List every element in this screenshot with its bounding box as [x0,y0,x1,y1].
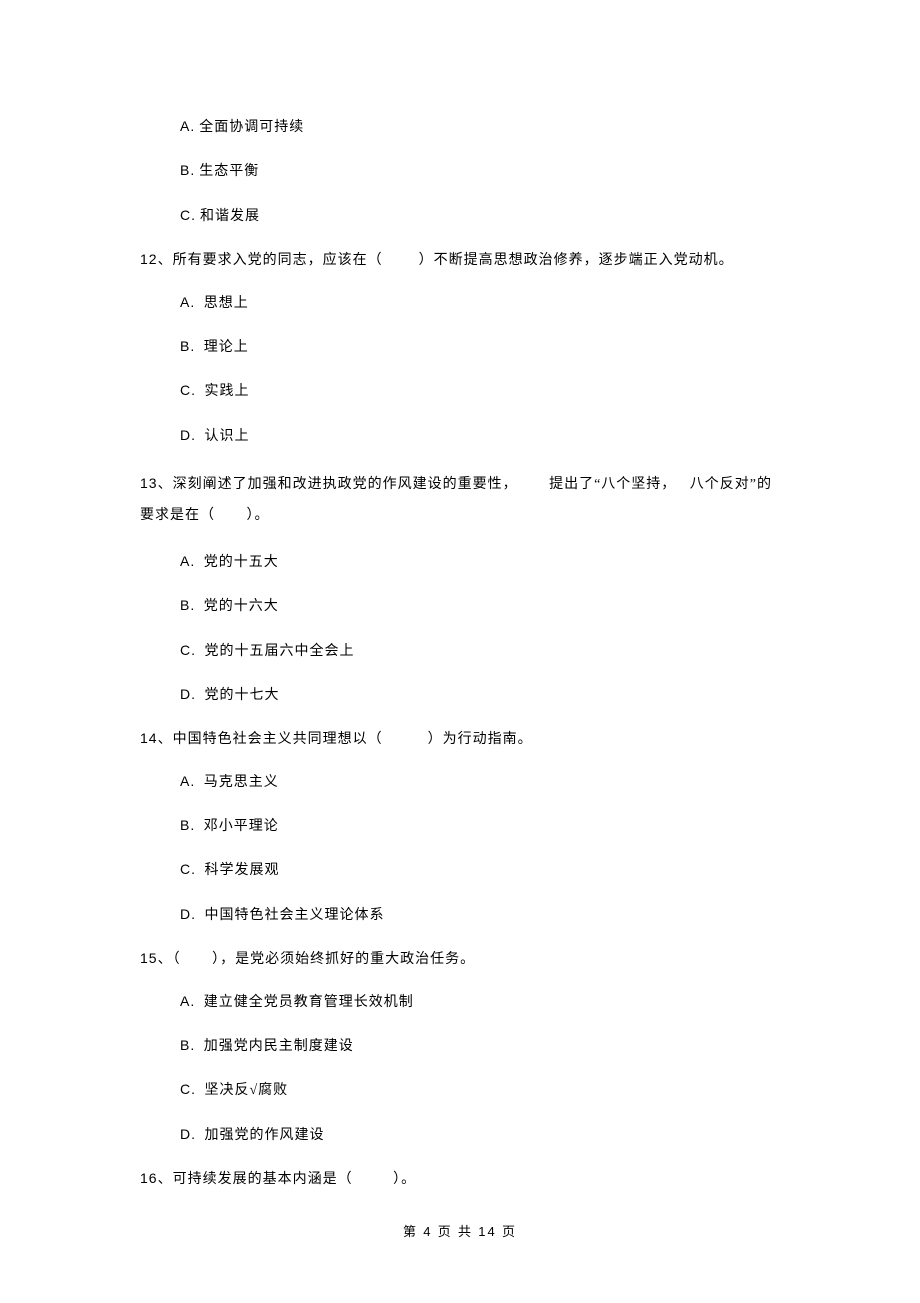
option: D. 加强党的作风建设 [180,1123,800,1147]
option-letter: C. [180,1081,196,1097]
option: B. 生态平衡 [180,159,800,183]
option: C. 科学发展观 [180,858,800,882]
question-number: 14 [140,730,158,746]
question-number: 16 [140,1170,158,1186]
option-text: 党的十五大 [199,555,279,570]
option-text: 坚决反√腐败 [200,1083,288,1098]
blank [353,1169,394,1191]
option-text: 邓小平理论 [199,819,279,834]
option-letter: C. [180,642,196,658]
option-text: 科学发展观 [200,863,280,878]
option-text: 加强党内民主制度建设 [199,1039,354,1054]
option: B. 邓小平理论 [180,814,800,838]
option-text: 建立健全党员教育管理长效机制 [199,995,414,1010]
option-letter: B. [180,338,195,354]
option-letter: D. [180,906,196,922]
option-text: 马克思主义 [199,775,279,790]
option: C. 党的十五届六中全会上 [180,639,800,663]
question-13: 13、深刻阐述了加强和改进执政党的作风建设的重要性， 提出了“八个坚持， 八个反… [140,468,800,707]
question-number: 15 [140,950,158,966]
blank [383,729,428,751]
question-sep: 、 [158,732,173,747]
blank [181,949,213,971]
option-letter: A. [180,993,195,1009]
option: C. 和谐发展 [180,204,800,228]
question-sep: 、 [158,1172,173,1187]
option: B. 加强党内民主制度建设 [180,1034,800,1058]
footer-prefix: 第 [403,1224,423,1239]
option: D. 中国特色社会主义理论体系 [180,903,800,927]
question-prefix: 可持续发展的基本内涵是（ [173,1172,353,1187]
option-text: 全面协调可持续 [199,120,304,135]
option-letter: C. [180,382,196,398]
option-letter: A. [180,118,195,134]
question-stem: 12、所有要求入党的同志，应该在（ ）不断提高思想政治修养，逐步端正入党动机。 [140,248,800,272]
question-prefix: （ [173,952,181,967]
option: D. 党的十七大 [180,683,800,707]
question-number: 12 [140,251,158,267]
option: C. 实践上 [180,379,800,403]
option-text: 加强党的作风建设 [200,1128,325,1143]
page-footer: 第 4 页 共 14 页 [0,1222,920,1243]
option: A. 党的十五大 [180,550,800,574]
option-text: 认识上 [200,429,250,444]
blank [383,250,419,272]
question-12: 12、所有要求入党的同志，应该在（ ）不断提高思想政治修养，逐步端正入党动机。 … [140,248,800,448]
option: B. 党的十六大 [180,594,800,618]
question-suffix: ）。 [393,1172,416,1187]
option-letter: D. [180,686,196,702]
question-sep: 、 [158,952,173,967]
question-suffix: ）不断提高思想政治修养，逐步端正入党动机。 [419,253,734,268]
option-letter: D. [180,1126,196,1142]
option: D. 认识上 [180,424,800,448]
option: A. 思想上 [180,291,800,315]
question-stem: 14、中国特色社会主义共同理想以（ ）为行动指南。 [140,727,800,751]
option-text: 生态平衡 [199,164,259,179]
option: C. 坚决反√腐败 [180,1078,800,1102]
page-total: 14 [478,1224,496,1239]
question-line2: 要求是在（ ）。 [140,508,270,523]
question-stem: 16、可持续发展的基本内涵是（ ）。 [140,1167,800,1191]
question-number: 13 [140,475,158,491]
question-prefix: 中国特色社会主义共同理想以（ [173,732,383,747]
option: A. 建立健全党员教育管理长效机制 [180,990,800,1014]
option-letter: B. [180,597,195,613]
option-letter: B. [180,162,195,178]
footer-mid: 页 共 [433,1224,479,1239]
option-letter: A. [180,773,195,789]
option-letter: C. [180,207,196,223]
question-11-options-partial: A. 全面协调可持续 B. 生态平衡 C. 和谐发展 [140,115,800,228]
document-page: A.全面协调可持续 B.生态平衡 C.和谐发展 12、所有要求入党的同志，应该在… [0,0,920,1270]
question-sep: 、 [158,253,173,268]
option-letter: A. [180,553,195,569]
option-text: 党的十七大 [200,688,280,703]
option-letter: B. [180,817,195,833]
option-text: 思想上 [199,296,249,311]
question-prefix: 所有要求入党的同志，应该在（ [173,253,383,268]
question-14: 14、中国特色社会主义共同理想以（ ）为行动指南。 A. 马克思主义 B. 邓小… [140,727,800,927]
question-15: 15、（ ），是党必须始终抓好的重大政治任务。 A. 建立健全党员教育管理长效机… [140,947,800,1147]
option-text: 中国特色社会主义理论体系 [200,908,385,923]
question-16: 16、可持续发展的基本内涵是（ ）。 [140,1167,800,1191]
question-stem: 13、深刻阐述了加强和改进执政党的作风建设的重要性， 提出了“八个坚持， 八个反… [140,468,800,532]
option-letter: C. [180,861,196,877]
footer-suffix: 页 [497,1224,517,1239]
option-letter: D. [180,427,196,443]
option-letter: A. [180,294,195,310]
option: A. 全面协调可持续 [180,115,800,139]
option: B. 理论上 [180,335,800,359]
question-line1: 深刻阐述了加强和改进执政党的作风建设的重要性， 提出了“八个坚持， 八个反对”的 [173,477,772,492]
page-current: 4 [423,1224,432,1239]
question-stem: 15、（ ），是党必须始终抓好的重大政治任务。 [140,947,800,971]
option-text: 实践上 [200,384,250,399]
option-letter: B. [180,1037,195,1053]
question-suffix: ）为行动指南。 [428,732,533,747]
question-suffix: ），是党必须始终抓好的重大政治任务。 [212,952,475,967]
option: A. 马克思主义 [180,770,800,794]
option-text: 党的十六大 [199,599,279,614]
option-text: 党的十五届六中全会上 [200,644,355,659]
option-text: 理论上 [199,340,249,355]
question-sep: 、 [158,477,173,492]
option-text: 和谐发展 [200,209,260,224]
